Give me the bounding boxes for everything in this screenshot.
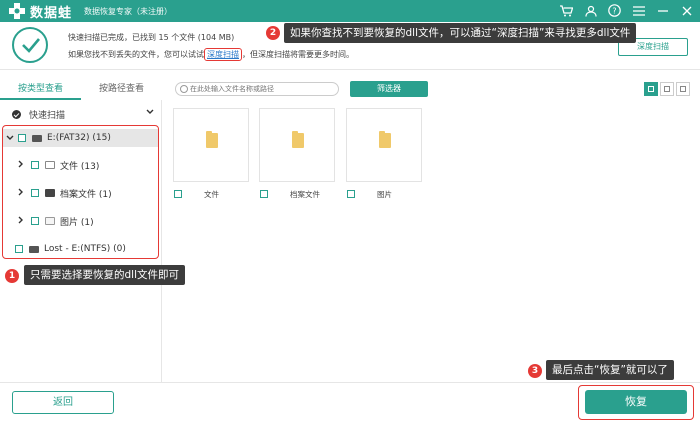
scan-hint-prefix: 如果您找不到丢失的文件，您可以试试 bbox=[68, 50, 204, 59]
checkbox[interactable] bbox=[31, 217, 39, 225]
logo-icon bbox=[8, 2, 26, 20]
file-card-archives[interactable] bbox=[259, 108, 335, 182]
document-icon bbox=[45, 161, 55, 169]
scan-result-text: 快速扫描已完成，已找到 15 个文件 (104 MB) bbox=[68, 33, 235, 42]
scan-hint-text: 如果您找不到丢失的文件，您可以试试 深度扫描 ，但深度扫描将需要更多时间。 bbox=[68, 48, 354, 61]
annotation-tip-3: 最后点击“恢复”就可以了 bbox=[546, 360, 674, 380]
filter-button[interactable]: 筛选器 bbox=[350, 81, 428, 97]
tree-item-archives[interactable]: 档案文件 (1) bbox=[3, 184, 158, 202]
file-name: 图片 bbox=[377, 189, 392, 199]
file-name: 档案文件 bbox=[290, 189, 320, 199]
annotation-badge-3: 3 bbox=[528, 364, 542, 378]
checkbox[interactable] bbox=[18, 134, 26, 142]
app-logo: 数据蛙 bbox=[8, 2, 72, 21]
annotation-badge-2: 2 bbox=[266, 26, 280, 40]
menu-icon[interactable] bbox=[631, 3, 646, 18]
grid-view-icon[interactable] bbox=[644, 82, 658, 96]
file-name: 文件 bbox=[204, 189, 219, 199]
archive-icon bbox=[45, 189, 55, 197]
drive-icon bbox=[29, 245, 39, 253]
chevron-right-icon[interactable] bbox=[17, 216, 25, 226]
search-box[interactable] bbox=[175, 82, 339, 96]
file-label-row: 文件 bbox=[174, 188, 219, 200]
tree-item-images[interactable]: 图片 (1) bbox=[3, 212, 158, 230]
file-card-images[interactable] bbox=[346, 108, 422, 182]
quick-scan-header[interactable]: 快速扫描 bbox=[0, 104, 162, 124]
recover-button[interactable]: 恢复 bbox=[585, 390, 687, 414]
chevron-down-icon[interactable] bbox=[6, 134, 14, 143]
folder-icon bbox=[379, 131, 391, 148]
search-input[interactable] bbox=[190, 84, 330, 94]
tree-item-drive-e[interactable]: E:(FAT32) (15) bbox=[3, 129, 158, 147]
file-label-row: 图片 bbox=[347, 188, 392, 200]
annotation-tip-2: 如果你查找不到要恢复的dll文件，可以通过“深度扫描”来寻找更多dll文件 bbox=[284, 23, 637, 43]
cart-icon[interactable] bbox=[559, 3, 574, 18]
folder-icon bbox=[292, 131, 304, 148]
deep-scan-link[interactable]: 深度扫描 bbox=[204, 48, 242, 61]
tree-item-label: 图片 (1) bbox=[60, 217, 94, 228]
chevron-right-icon[interactable] bbox=[17, 188, 25, 198]
scan-hint-suffix: ，但深度扫描将需要更多时间。 bbox=[242, 50, 354, 59]
app-name: 数据蛙 bbox=[30, 5, 73, 21]
tab-by-type[interactable]: 按类型查看 bbox=[0, 78, 81, 100]
checkbox[interactable] bbox=[15, 245, 23, 253]
back-button[interactable]: 返回 bbox=[12, 391, 114, 414]
folder-icon bbox=[206, 131, 218, 148]
tree-item-lost-partition[interactable]: Lost - E:(NTFS) (0) bbox=[3, 240, 158, 258]
checkbox[interactable] bbox=[260, 190, 268, 198]
list-view-icon[interactable] bbox=[660, 82, 674, 96]
file-label-row: 档案文件 bbox=[260, 188, 320, 200]
quick-scan-label: 快速扫描 bbox=[29, 110, 66, 121]
search-icon bbox=[180, 85, 188, 93]
check-icon bbox=[12, 27, 48, 63]
tree-item-label: Lost - E:(NTFS) (0) bbox=[44, 244, 126, 254]
view-mode-switch bbox=[644, 82, 690, 96]
svg-text:?: ? bbox=[612, 7, 616, 16]
annotation-badge-1: 1 bbox=[5, 269, 19, 283]
file-tree: E:(FAT32) (15) 文件 (13) 档案文件 (1) 图片 (1) L… bbox=[2, 125, 159, 259]
main-panel: 筛选器 文件 档案文件 图片 bbox=[163, 78, 700, 382]
checkbox[interactable] bbox=[31, 161, 39, 169]
check-badge-icon bbox=[12, 109, 21, 119]
user-icon[interactable] bbox=[583, 3, 598, 18]
checkbox[interactable] bbox=[174, 190, 182, 198]
image-icon bbox=[45, 217, 55, 225]
title-bar: 数据蛙 数据恢复专家（未注册） ? bbox=[0, 0, 700, 22]
file-card-documents[interactable] bbox=[173, 108, 249, 182]
help-icon[interactable]: ? bbox=[607, 3, 622, 18]
tab-by-path[interactable]: 按路径查看 bbox=[81, 78, 162, 100]
checkbox[interactable] bbox=[347, 190, 355, 198]
detail-view-icon[interactable] bbox=[676, 82, 690, 96]
chevron-down-icon[interactable] bbox=[146, 108, 154, 117]
minimize-icon[interactable] bbox=[655, 3, 670, 18]
tree-item-documents[interactable]: 文件 (13) bbox=[3, 156, 158, 174]
checkbox[interactable] bbox=[31, 189, 39, 197]
annotation-tip-1: 只需要选择要恢复的dll文件即可 bbox=[24, 265, 185, 285]
left-panel: 快速扫描 E:(FAT32) (15) 文件 (13) 档案文件 (1) 图片 … bbox=[0, 100, 162, 382]
tree-item-label: 文件 (13) bbox=[60, 161, 100, 172]
view-tabs: 按类型查看 按路径查看 bbox=[0, 78, 162, 100]
tree-item-label: E:(FAT32) (15) bbox=[47, 133, 111, 143]
app-subtitle: 数据恢复专家（未注册） bbox=[84, 6, 173, 16]
chevron-right-icon[interactable] bbox=[17, 160, 25, 170]
tree-item-label: 档案文件 (1) bbox=[60, 189, 112, 200]
close-icon[interactable] bbox=[679, 3, 694, 18]
drive-icon bbox=[32, 134, 42, 142]
